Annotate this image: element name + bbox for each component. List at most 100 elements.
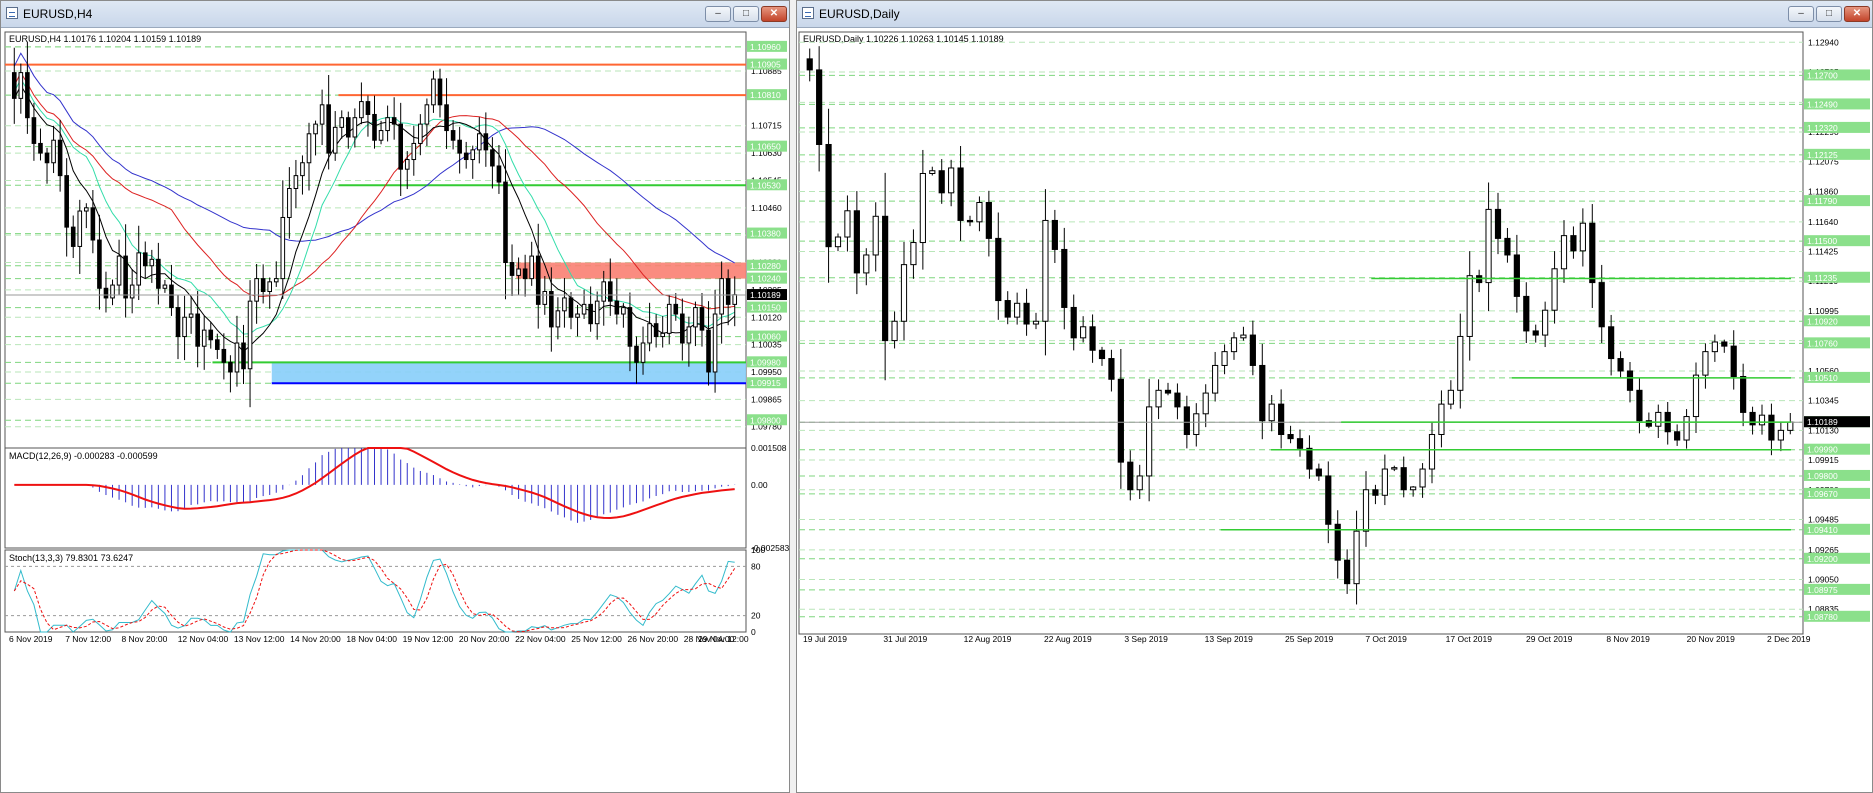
candle-body bbox=[372, 113, 377, 141]
price-pane bbox=[798, 31, 1804, 635]
x-tick-label: 3 Sep 2019 bbox=[1124, 634, 1168, 644]
x-tick-label: 29 Nov 12:00 bbox=[698, 634, 749, 644]
price-tag-label: 1.09915 bbox=[750, 378, 781, 388]
x-tick-label: 29 Oct 2019 bbox=[1526, 634, 1573, 644]
candle-body bbox=[254, 278, 259, 302]
candle-body bbox=[516, 268, 521, 276]
candle-body bbox=[1278, 403, 1285, 436]
candle-body bbox=[712, 313, 718, 373]
candle-body bbox=[522, 268, 528, 280]
candle-body bbox=[706, 329, 711, 373]
chart-window-daily[interactable]: EURUSD,Daily – □ ✕ EURUSD,Daily 1.10226 … bbox=[796, 0, 1873, 793]
candle-body bbox=[1560, 235, 1568, 270]
chart-area-h4[interactable]: EURUSD,H4 1.10176 1.10204 1.10159 1.1018… bbox=[1, 28, 789, 792]
candle-body bbox=[1485, 208, 1492, 284]
candle-body bbox=[1702, 351, 1709, 376]
candle-body bbox=[825, 143, 832, 248]
candle-body bbox=[1617, 358, 1624, 372]
price-tag-label: 1.10530 bbox=[750, 180, 781, 190]
candle-body bbox=[1608, 326, 1615, 360]
current-price-label: 1.10189 bbox=[750, 290, 781, 300]
window-titlebar[interactable]: EURUSD,H4 – □ ✕ bbox=[1, 1, 789, 28]
maximize-button[interactable]: □ bbox=[1816, 6, 1842, 22]
y-tick-label: 1.12940 bbox=[1808, 37, 1839, 47]
minimize-button[interactable]: – bbox=[1788, 6, 1814, 22]
price-tag-label: 1.12125 bbox=[1807, 150, 1838, 160]
stochastic-tick-label: 100 bbox=[751, 545, 765, 555]
stochastic-tick-label: 20 bbox=[751, 611, 761, 621]
chart-header: EURUSD,H4 1.10176 1.10204 1.10159 1.1018… bbox=[9, 34, 201, 44]
candle-body bbox=[463, 152, 469, 161]
price-tag-label: 1.10760 bbox=[1807, 338, 1838, 348]
window-title: EURUSD,Daily bbox=[819, 7, 900, 21]
price-tag-label: 1.11790 bbox=[1807, 196, 1837, 206]
candle-body bbox=[1080, 326, 1087, 339]
candle-body bbox=[1740, 376, 1747, 413]
candle-body bbox=[25, 72, 30, 119]
candle-body bbox=[732, 294, 738, 305]
candle-body bbox=[136, 252, 142, 286]
candle-body bbox=[594, 300, 600, 325]
price-tag-label: 1.10650 bbox=[750, 142, 781, 152]
candle-body bbox=[332, 126, 338, 154]
candle-body bbox=[1532, 330, 1539, 336]
x-tick-label: 25 Sep 2019 bbox=[1285, 634, 1333, 644]
candle-body bbox=[1221, 351, 1228, 366]
daily-chart-svg[interactable]: EURUSD,Daily 1.10226 1.10263 1.10145 1.1… bbox=[797, 28, 1872, 792]
candle-body bbox=[529, 255, 534, 280]
candle-body bbox=[660, 332, 665, 338]
candle-body bbox=[1711, 341, 1718, 353]
candle-body bbox=[1381, 468, 1388, 496]
candle-body bbox=[346, 117, 351, 138]
candle-body bbox=[1014, 302, 1021, 318]
candle-body bbox=[1061, 248, 1068, 308]
chart-area-daily[interactable]: EURUSD,Daily 1.10226 1.10263 1.10145 1.1… bbox=[797, 28, 1872, 792]
candle-body bbox=[228, 361, 233, 373]
candle-body bbox=[149, 258, 155, 267]
candle-body bbox=[273, 278, 279, 283]
candle-body bbox=[1777, 429, 1784, 441]
candle-body bbox=[1372, 489, 1379, 496]
y-tick-label: 1.09485 bbox=[1808, 514, 1839, 524]
close-button[interactable]: ✕ bbox=[1844, 6, 1870, 22]
candle-body bbox=[985, 201, 992, 239]
x-tick-label: 22 Nov 04:00 bbox=[515, 634, 566, 644]
maximize-button[interactable]: □ bbox=[733, 6, 759, 22]
macd-tick-label: 0.00 bbox=[751, 480, 768, 490]
close-button[interactable]: ✕ bbox=[761, 6, 787, 22]
candle-body bbox=[575, 313, 580, 318]
chart-window-icon bbox=[802, 7, 814, 19]
candle-body bbox=[326, 104, 331, 154]
candle-body bbox=[260, 278, 266, 292]
x-tick-label: 7 Oct 2019 bbox=[1365, 634, 1407, 644]
candle-body bbox=[116, 255, 122, 286]
candle-body bbox=[437, 78, 443, 106]
minimize-button[interactable]: – bbox=[705, 6, 731, 22]
candle-body bbox=[300, 162, 305, 177]
h4-chart-svg[interactable]: EURUSD,H4 1.10176 1.10204 1.10159 1.1018… bbox=[1, 28, 789, 792]
macd-tick-label: 0.001508 bbox=[751, 443, 787, 453]
price-tag-label: 1.10060 bbox=[750, 332, 781, 342]
candle-body bbox=[431, 78, 436, 106]
candle-body bbox=[391, 117, 397, 125]
y-tick-label: 1.09050 bbox=[1808, 575, 1839, 585]
macd-pane bbox=[4, 447, 747, 549]
candle-body bbox=[1494, 208, 1502, 239]
candle-body bbox=[1362, 489, 1370, 532]
candle-body bbox=[834, 236, 842, 248]
candle-body bbox=[816, 69, 823, 145]
candle-body bbox=[1768, 414, 1775, 441]
candle-body bbox=[1146, 406, 1153, 477]
candle-body bbox=[995, 237, 1002, 302]
window-titlebar[interactable]: EURUSD,Daily – □ ✕ bbox=[797, 1, 1872, 28]
candle-body bbox=[1400, 467, 1407, 491]
candle-body bbox=[247, 300, 253, 370]
y-tick-label: 1.10120 bbox=[751, 312, 782, 322]
candle-body bbox=[1268, 403, 1275, 422]
price-tag-label: 1.10510 bbox=[1807, 373, 1838, 383]
price-tag-label: 1.09980 bbox=[750, 357, 781, 367]
candle-body bbox=[378, 130, 384, 141]
candle-body bbox=[900, 264, 908, 322]
chart-window-h4[interactable]: EURUSD,H4 – □ ✕ EURUSD,H4 1.10176 1.1020… bbox=[0, 0, 790, 793]
candle-body bbox=[418, 123, 423, 144]
